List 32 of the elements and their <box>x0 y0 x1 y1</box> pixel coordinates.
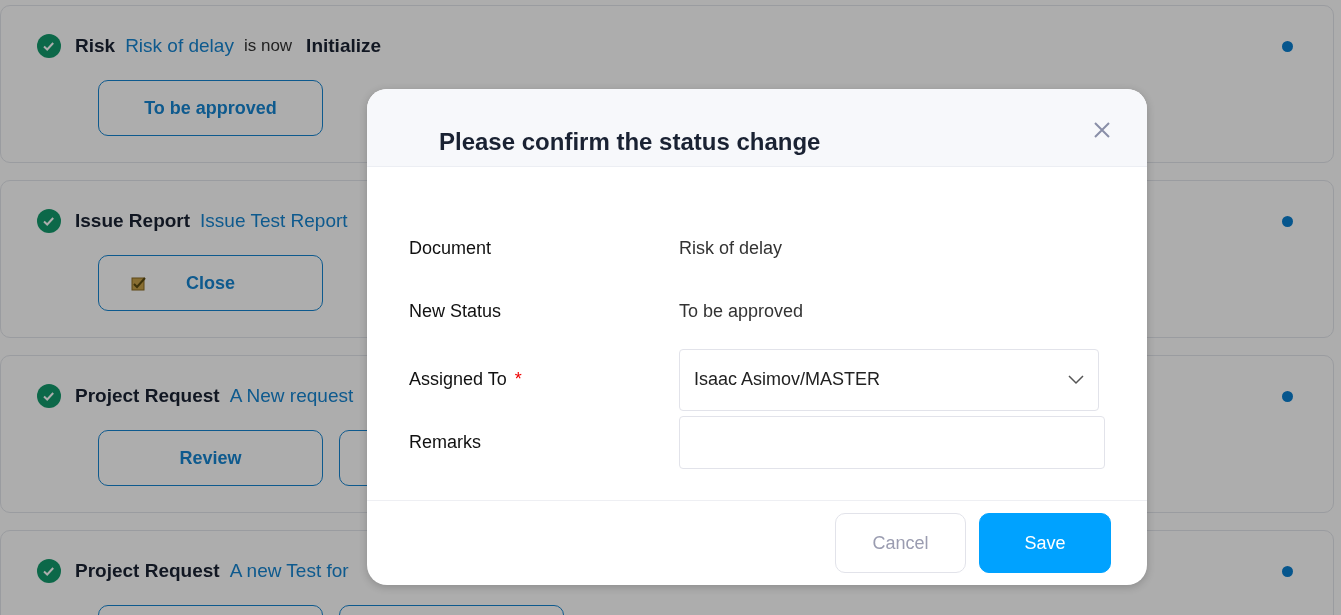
field-label: Assigned To <box>409 369 507 390</box>
status-action-button[interactable]: To be approved <box>98 80 323 136</box>
field-value: Risk of delay <box>679 238 784 259</box>
document-type: Issue Report <box>75 210 191 232</box>
document-link[interactable]: Issue Test Report <box>200 210 348 232</box>
checklist-icon <box>131 275 147 291</box>
check-circle-icon <box>37 384 61 408</box>
field-label: New Status <box>409 301 502 322</box>
status-connector: is now <box>243 36 293 56</box>
document-type: Project Request <box>75 385 220 407</box>
document-link[interactable]: A New request <box>229 385 354 407</box>
save-button[interactable]: Save <box>979 513 1111 573</box>
status-text: Initialize <box>306 35 382 57</box>
remarks-field[interactable] <box>679 416 1105 469</box>
status-action-button[interactable]: Close <box>98 255 323 311</box>
chevron-down-icon <box>1068 374 1084 385</box>
check-circle-icon <box>37 34 61 58</box>
check-circle-icon <box>37 209 61 233</box>
close-icon <box>1093 121 1111 139</box>
document-type: Risk <box>75 35 116 57</box>
dialog-title: Please confirm the status change <box>439 128 821 156</box>
document-link[interactable]: Risk of delay <box>125 35 234 57</box>
required-mark: * <box>514 369 522 390</box>
status-action-button[interactable]: Review <box>98 430 323 486</box>
document-link[interactable]: A new Test for <box>229 560 349 582</box>
check-circle-icon <box>37 559 61 583</box>
cancel-button[interactable]: Cancel <box>835 513 966 573</box>
field-value: To be approved <box>679 301 805 322</box>
field-label: Document <box>409 238 492 259</box>
assignee-select[interactable]: Isaac Asimov/MASTER <box>679 348 1099 411</box>
document-type: Project Request <box>75 560 220 582</box>
field-label: Remarks <box>409 432 481 453</box>
